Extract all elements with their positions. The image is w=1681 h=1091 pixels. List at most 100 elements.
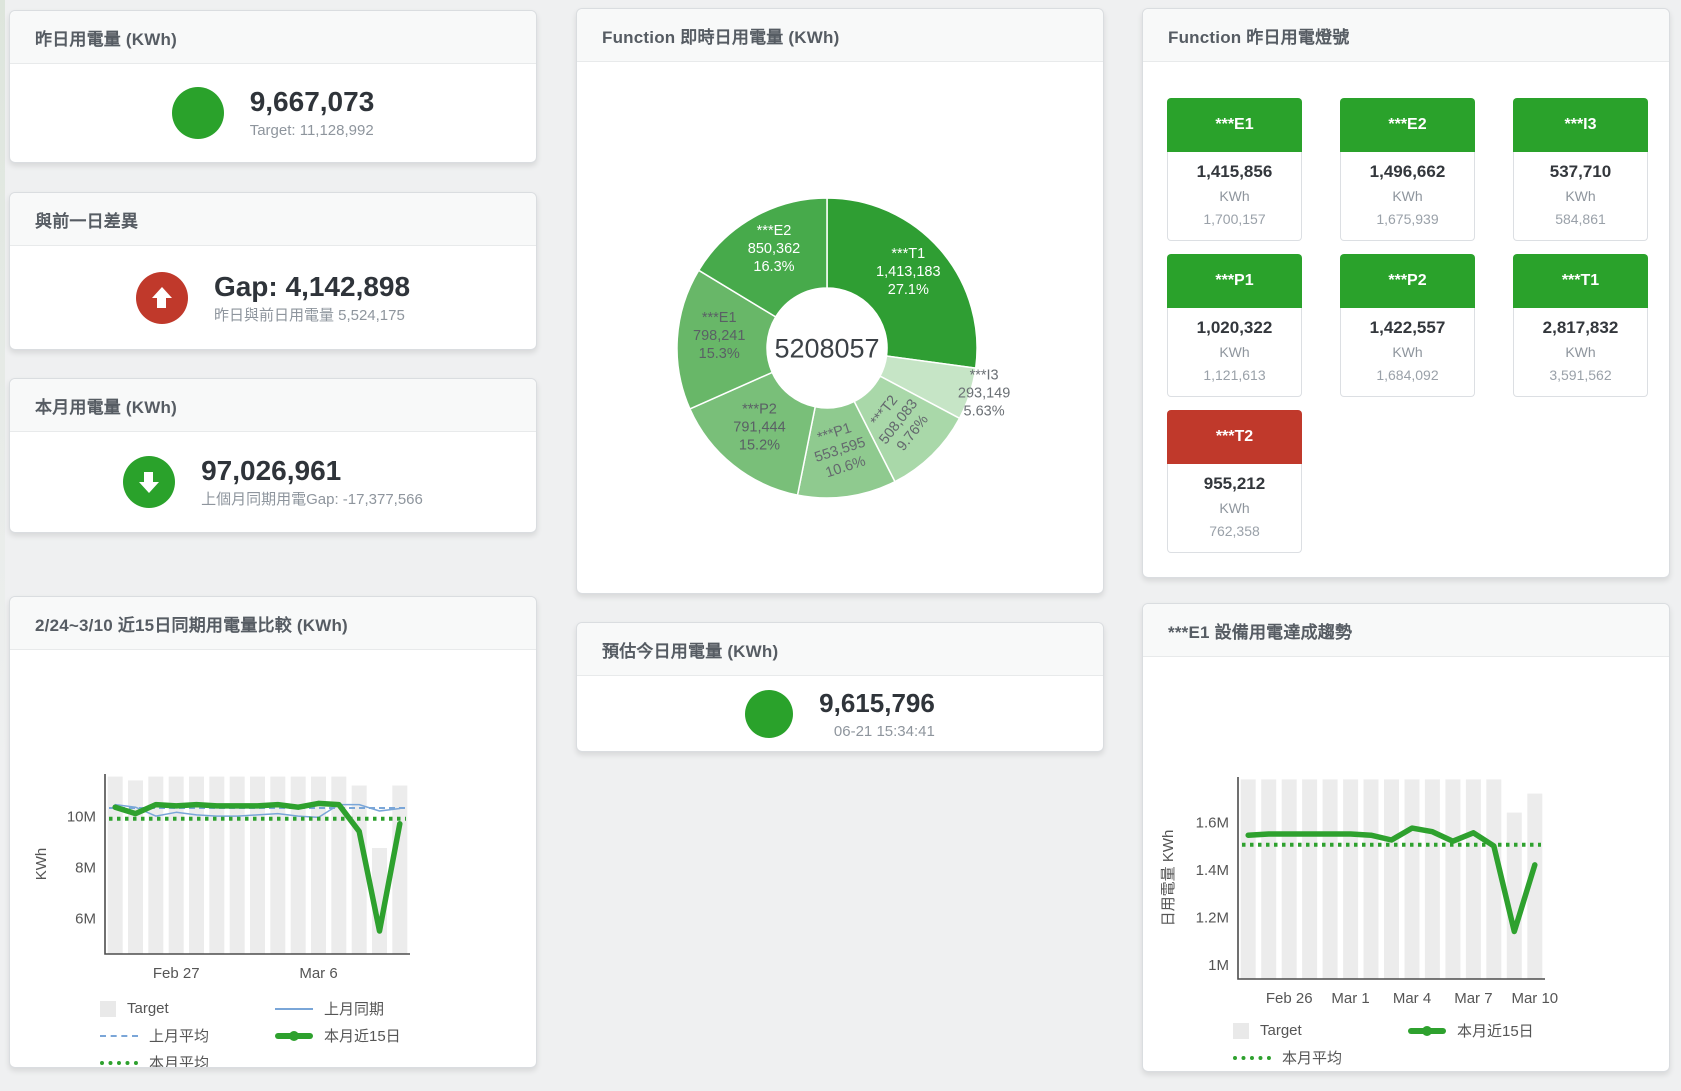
tile-body: 1,415,856KWh1,700,157 [1167,152,1302,241]
x-tick-label: Mar 7 [1454,990,1492,1007]
tile-value: 1,415,856 [1168,159,1301,185]
legend-item[interactable]: 上月平均 [100,1023,275,1048]
tile-body: 1,496,662KWh1,675,939 [1340,152,1475,241]
target-bar [1364,779,1379,979]
panel-title: 與前一日差異 [35,207,138,232]
trend-chart-legend: Target 本月近15日本月平均 [1233,1018,1623,1070]
x-tick-label: Mar 4 [1393,990,1431,1007]
x-tick-label: Mar 1 [1331,990,1369,1007]
legend-swatch-icon [1233,1023,1249,1039]
y-tick-label: 1M [1208,957,1229,974]
panel-header: 本月用電量 (KWh) [10,379,536,432]
light-tile: ***E21,496,662KWh1,675,939 [1340,98,1475,241]
status-circle-icon [745,690,793,738]
panel-header: Function 昨日用電燈號 [1143,9,1669,62]
tile-body: 537,710KWh584,861 [1513,152,1648,241]
legend-label: 上月平均 [149,1025,209,1046]
tile-unit: KWh [1341,341,1474,363]
legend-label: Target [1260,1022,1302,1039]
panel-header: ***E1 設備用電達成趨勢 [1143,604,1669,657]
tile-target-value: 1,700,157 [1168,207,1301,231]
legend-swatch-icon [1408,1028,1446,1034]
target-bar [1405,779,1420,979]
target-bar [1507,813,1522,979]
x-tick-label: Feb 26 [1266,990,1313,1007]
panel-header: Function 即時日用電量 (KWh) [577,9,1103,62]
yesterday-value: 9,667,073 [250,84,375,120]
tile-unit: KWh [1341,185,1474,207]
legend-swatch-icon [275,1033,313,1039]
target-bar [108,777,123,954]
tile-target-value: 3,591,562 [1514,363,1647,387]
arrow-up-icon [152,287,172,308]
panel-header: 預估今日用電量 (KWh) [577,623,1103,676]
panel-title: ***E1 設備用電達成趨勢 [1168,618,1352,643]
tile-target-value: 1,675,939 [1341,207,1474,231]
legend-label: 上月同期 [324,998,384,1019]
legend-label: 本月平均 [1282,1047,1342,1068]
target-bar [1323,779,1338,979]
legend-item[interactable]: 本月近15日 [275,1023,450,1048]
legend-item[interactable]: Target [1233,1018,1408,1043]
dashboard: 昨日用電量 (KWh) 9,667,073 Target: 11,128,992… [0,0,1681,1091]
x-tick-label: Feb 27 [153,965,200,982]
tile-target-value: 1,684,092 [1341,363,1474,387]
legend-item[interactable]: 本月平均 [100,1050,275,1068]
tile-value: 537,710 [1514,159,1647,185]
panel-header: 昨日用電量 (KWh) [10,11,536,64]
compare-chart-legend: Target 上月同期上月平均 本月近15日本月平均 [100,996,490,1068]
tile-target-value: 1,121,613 [1168,363,1301,387]
estimate-value: 9,615,796 [819,685,935,721]
panel-e1-trend: ***E1 設備用電達成趨勢 1M1.2M1.4M1.6MFeb 26Mar 1… [1142,603,1670,1072]
tile-body: 1,020,322KWh1,121,613 [1167,308,1302,397]
month-gap-subtitle: 上個月同期用電Gap: -17,377,566 [201,489,423,511]
tile-status-header: ***I3 [1513,98,1648,152]
legend-item[interactable]: 本月近15日 [1408,1018,1583,1043]
panel-title: Function 昨日用電燈號 [1168,23,1349,48]
y-axis-label: KWh [33,848,50,881]
tile-status-header: ***T1 [1513,254,1648,308]
trend-chart[interactable]: 1M1.2M1.4M1.6MFeb 26Mar 1Mar 4Mar 7Mar 1… [1143,657,1669,1012]
panel-today-estimate: 預估今日用電量 (KWh) 9,615,796 06-21 15:34:41 [576,622,1104,752]
tile-status-header: ***E1 [1167,98,1302,152]
tile-value: 1,020,322 [1168,315,1301,341]
panel-title: 本月用電量 (KWh) [35,393,177,418]
panel-month-usage: 本月用電量 (KWh) 97,026,961 上個月同期用電Gap: -17,3… [9,378,537,533]
target-bar [1241,779,1256,979]
y-axis-label: 日用電量 KWh [1160,830,1177,927]
panel-title: 昨日用電量 (KWh) [35,25,177,50]
tile-body: 2,817,832KWh3,591,562 [1513,308,1648,397]
legend-swatch-icon [100,1035,138,1037]
panel-header: 與前一日差異 [10,193,536,246]
tile-target-value: 584,861 [1514,207,1647,231]
legend-item[interactable]: 上月同期 [275,996,450,1021]
legend-item[interactable]: 本月平均 [1233,1045,1408,1070]
light-tile: ***T2955,212KWh762,358 [1167,410,1302,553]
tile-status-header: ***P2 [1340,254,1475,308]
light-tile: ***E11,415,856KWh1,700,157 [1167,98,1302,241]
y-tick-label: 1.6M [1196,814,1229,831]
tile-value: 1,422,557 [1341,315,1474,341]
status-circle-icon [136,272,188,324]
gap-value: Gap: 4,142,898 [214,269,410,305]
panel-title: 預估今日用電量 (KWh) [602,637,778,662]
panel-15day-comparison: 2/24~3/10 近15日同期用電量比較 (KWh) 6M8M10MFeb 2… [9,596,537,1068]
y-tick-label: 6M [75,911,96,928]
donut-center-total: 5208057 [774,333,879,363]
target-bar [1384,779,1399,979]
legend-item[interactable]: Target [100,996,275,1021]
realtime-donut-chart[interactable]: ***T11,413,18327.1%***I3293,1495.63%***T… [577,62,1103,594]
gap-subtitle: 昨日與前日用電量 5,524,175 [214,305,410,327]
panel-header: 2/24~3/10 近15日同期用電量比較 (KWh) [10,597,536,650]
target-bar [1282,779,1297,979]
panel-status-lights: Function 昨日用電燈號 ***E11,415,856KWh1,700,1… [1142,8,1670,578]
tile-value: 955,212 [1168,471,1301,497]
target-bar [392,786,407,955]
yesterday-target: Target: 11,128,992 [250,120,375,142]
tile-unit: KWh [1168,497,1301,519]
compare-chart[interactable]: 6M8M10MFeb 27Mar 6KWh [10,650,536,990]
target-bar [1425,779,1440,979]
tile-unit: KWh [1168,185,1301,207]
light-tile: ***P2 1,422,557KWh1,684,092 [1340,254,1475,397]
tile-unit: KWh [1514,185,1647,207]
